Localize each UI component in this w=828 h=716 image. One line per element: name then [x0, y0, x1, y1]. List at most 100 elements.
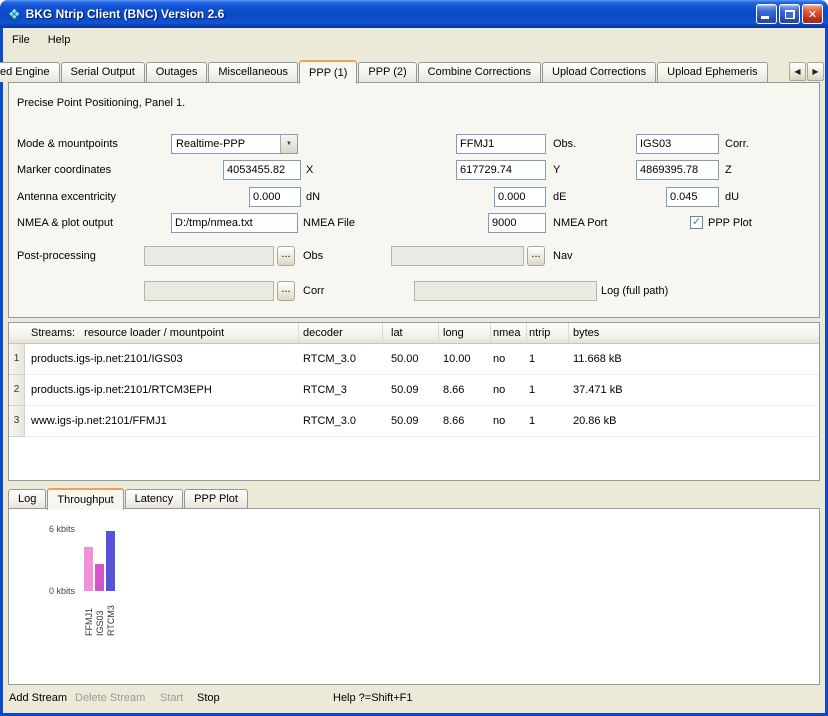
row-number[interactable]: 3: [9, 406, 25, 437]
post-obs-input: [144, 246, 274, 266]
cell-long[interactable]: 8.66: [439, 375, 491, 405]
menu-help[interactable]: Help: [39, 30, 80, 50]
cell-ntrip[interactable]: 1: [527, 375, 569, 405]
chart-bar-column: RTCM3: [105, 529, 116, 636]
menu-file[interactable]: File: [3, 30, 39, 50]
antenna-du-input[interactable]: [666, 187, 719, 207]
chart-bar-label: FFMJ1: [84, 596, 94, 636]
tab-miscellaneous[interactable]: Miscellaneous: [208, 62, 298, 82]
chart-bar-column: FFMJ1: [83, 529, 94, 636]
tab-log[interactable]: Log: [8, 489, 46, 508]
marker-coordinates-label: Marker coordinates: [17, 160, 111, 180]
cell-mountpoint[interactable]: products.igs-ip.net:2101/RTCM3EPH: [25, 375, 299, 405]
chart-bar-label: IGS03: [95, 596, 105, 636]
window-title: BKG Ntrip Client (BNC) Version 2.6: [26, 7, 225, 21]
tab-ppp-plot[interactable]: PPP Plot: [184, 489, 248, 508]
post-obs-label: Obs: [303, 246, 323, 266]
chevron-down-icon[interactable]: ▼: [280, 135, 297, 153]
help-shortcut-label: Help ?=Shift+F1: [333, 692, 413, 704]
nmea-port-input[interactable]: [488, 213, 546, 233]
tab-feed-engine[interactable]: ed Engine: [0, 62, 60, 82]
nmea-plot-output-label: NMEA & plot output: [17, 213, 113, 233]
minimize-button[interactable]: [756, 4, 777, 24]
tab-throughput[interactable]: Throughput: [47, 488, 123, 510]
tab-combine-corrections[interactable]: Combine Corrections: [418, 62, 541, 82]
cell-mountpoint[interactable]: products.igs-ip.net:2101/IGS03: [25, 344, 299, 374]
restore-button[interactable]: [779, 4, 800, 24]
ppp-plot-checkbox[interactable]: ✓: [690, 216, 703, 229]
tab-scroll-left-icon[interactable]: ◀: [789, 62, 806, 81]
tab-ppp-1[interactable]: PPP (1): [299, 60, 357, 84]
tab-serial-output[interactable]: Serial Output: [61, 62, 145, 82]
tab-upload-ephemeris[interactable]: Upload Ephemeris: [657, 62, 768, 82]
app-window: ❖ BKG Ntrip Client (BNC) Version 2.6 ✕ F…: [0, 0, 828, 716]
add-stream-button[interactable]: Add Stream: [9, 692, 67, 704]
stop-button[interactable]: Stop: [197, 692, 220, 704]
table-row[interactable]: 1 products.igs-ip.net:2101/IGS03 RTCM_3.…: [9, 344, 819, 375]
du-label: dU: [725, 187, 739, 207]
table-row[interactable]: 3 www.igs-ip.net:2101/FFMJ1 RTCM_3.0 50.…: [9, 406, 819, 437]
row-number[interactable]: 2: [9, 375, 25, 406]
cell-nmea[interactable]: no: [491, 406, 527, 436]
cell-lat[interactable]: 50.00: [383, 344, 439, 374]
cell-decoder[interactable]: RTCM_3.0: [299, 344, 383, 374]
cell-decoder[interactable]: RTCM_3: [299, 375, 383, 405]
post-corr-browse-button[interactable]: ...: [277, 281, 295, 301]
marker-y-input[interactable]: [456, 160, 546, 180]
cell-long[interactable]: 8.66: [439, 406, 491, 436]
corr-label: Corr.: [725, 134, 749, 154]
marker-x-input[interactable]: [223, 160, 301, 180]
nmea-file-input[interactable]: [171, 213, 298, 233]
tab-outages[interactable]: Outages: [146, 62, 208, 82]
row-number[interactable]: 1: [9, 344, 25, 375]
titlebar[interactable]: ❖ BKG Ntrip Client (BNC) Version 2.6 ✕: [0, 0, 828, 28]
main-tabbar: ed Engine Serial Output Outages Miscella…: [3, 58, 825, 83]
mode-combobox[interactable]: Realtime-PPP ▼: [171, 134, 298, 154]
ppp-panel: Precise Point Positioning, Panel 1. Mode…: [8, 82, 820, 318]
streams-table: Streams: resource loader / mountpoint de…: [8, 322, 820, 481]
antenna-de-input[interactable]: [494, 187, 546, 207]
cell-decoder[interactable]: RTCM_3.0: [299, 406, 383, 436]
cell-bytes[interactable]: 20.86 kB: [569, 406, 819, 436]
post-obs-browse-button[interactable]: ...: [277, 246, 295, 266]
delete-stream-button: Delete Stream: [75, 692, 145, 704]
nmea-port-label: NMEA Port: [553, 213, 607, 233]
header-decoder: decoder: [299, 323, 383, 343]
ppp-panel-title: Precise Point Positioning, Panel 1.: [17, 93, 185, 113]
cell-ntrip[interactable]: 1: [527, 344, 569, 374]
chart-bar-column: IGS03: [94, 529, 105, 636]
post-nav-browse-button[interactable]: ...: [527, 246, 545, 266]
cell-nmea[interactable]: no: [491, 344, 527, 374]
y-axis-bottom-label: 0 kbits: [9, 586, 75, 596]
cell-lat[interactable]: 50.09: [383, 375, 439, 405]
chart-bar-label: RTCM3: [106, 596, 116, 636]
x-label: X: [306, 160, 313, 180]
corr-mountpoint-input[interactable]: [636, 134, 719, 154]
close-button[interactable]: ✕: [802, 4, 823, 24]
cell-nmea[interactable]: no: [491, 375, 527, 405]
chart-bar-rtcm3: [106, 531, 115, 591]
cell-long[interactable]: 10.00: [439, 344, 491, 374]
marker-z-input[interactable]: [636, 160, 719, 180]
tab-scroll-right-icon[interactable]: ▶: [807, 62, 824, 81]
tab-upload-corrections[interactable]: Upload Corrections: [542, 62, 656, 82]
cell-mountpoint[interactable]: www.igs-ip.net:2101/FFMJ1: [25, 406, 299, 436]
antenna-dn-input[interactable]: [249, 187, 301, 207]
tab-scroll-buttons: ◀ ▶: [788, 62, 824, 81]
obs-mountpoint-input[interactable]: [456, 134, 546, 154]
post-nav-label: Nav: [553, 246, 573, 266]
cell-ntrip[interactable]: 1: [527, 406, 569, 436]
tab-latency[interactable]: Latency: [125, 489, 184, 508]
cell-lat[interactable]: 50.09: [383, 406, 439, 436]
table-row[interactable]: 2 products.igs-ip.net:2101/RTCM3EPH RTCM…: [9, 375, 819, 406]
app-icon: ❖: [8, 6, 21, 23]
header-mountpoint: Streams: resource loader / mountpoint: [9, 323, 299, 343]
statusbar: Add Stream Delete Stream Start Stop Help…: [3, 685, 825, 713]
tab-ppp-2[interactable]: PPP (2): [358, 62, 416, 82]
cell-bytes[interactable]: 11.668 kB: [569, 344, 819, 374]
close-icon: ✕: [803, 5, 822, 23]
post-nav-input: [391, 246, 524, 266]
cell-bytes[interactable]: 37.471 kB: [569, 375, 819, 405]
header-nmea: nmea: [491, 323, 527, 343]
antenna-excentricity-label: Antenna excentricity: [17, 187, 116, 207]
